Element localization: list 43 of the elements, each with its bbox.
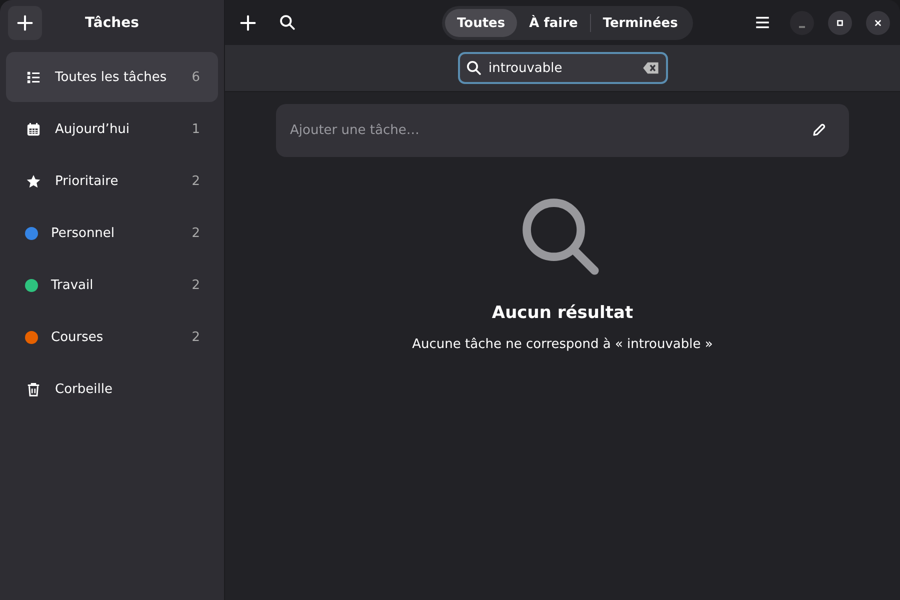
minimize-button[interactable]: [790, 10, 814, 34]
star-icon: [26, 174, 41, 188]
search-field[interactable]: introuvable: [458, 52, 668, 84]
item-label: Toutes les tâches: [55, 70, 168, 84]
item-count: 2: [192, 174, 200, 188]
sidebar-item[interactable]: Travail 2: [6, 260, 218, 310]
filter-tab[interactable]: À faire: [517, 9, 590, 37]
item-count: 6: [192, 70, 200, 84]
menu-icon: [754, 14, 770, 31]
maximize-button[interactable]: [828, 10, 852, 34]
sidebar-item[interactable]: Personnel 2: [6, 208, 218, 258]
item-label: Courses: [51, 330, 104, 344]
item-count: 2: [192, 330, 200, 344]
item-count: 2: [192, 226, 200, 240]
plus-icon: [16, 14, 34, 32]
item-label: Corbeille: [55, 382, 114, 396]
sidebar-item[interactable]: Aujourd’hui 1: [6, 104, 218, 154]
sidebar-item[interactable]: Toutes les tâches 6: [6, 52, 218, 102]
sidebar-title: Tâches: [85, 14, 139, 30]
item-count: 1: [192, 122, 200, 136]
empty-message: Aucune tâche ne correspond à « introuvable »: [412, 337, 713, 352]
item-label: Aujourd’hui: [55, 122, 131, 136]
add-task-field[interactable]: Ajouter une tâche…: [276, 104, 849, 157]
item-label: Travail: [51, 278, 94, 292]
sidebar-item[interactable]: Courses 2: [6, 312, 218, 362]
pencil-icon: [811, 122, 827, 138]
trash-icon: [26, 382, 41, 396]
filter-tab[interactable]: Terminées: [590, 9, 690, 37]
item-count: 2: [192, 278, 200, 292]
filter-tab[interactable]: Toutes: [445, 9, 518, 37]
minimize-icon: [799, 26, 805, 28]
item-label: Prioritaire: [55, 174, 120, 188]
list-icon: [26, 70, 41, 84]
calendar-icon: [26, 122, 41, 136]
close-button[interactable]: [866, 10, 890, 34]
item-label: Personnel: [51, 226, 116, 240]
add-button[interactable]: [8, 6, 42, 40]
empty-title: Aucun résultat: [492, 303, 634, 323]
sidebar-item[interactable]: Corbeille: [6, 364, 218, 414]
sidebar-item[interactable]: Prioritaire 2: [6, 156, 218, 206]
plus-icon: [239, 14, 257, 32]
search-icon: [466, 60, 482, 76]
search-icon: [278, 14, 296, 31]
